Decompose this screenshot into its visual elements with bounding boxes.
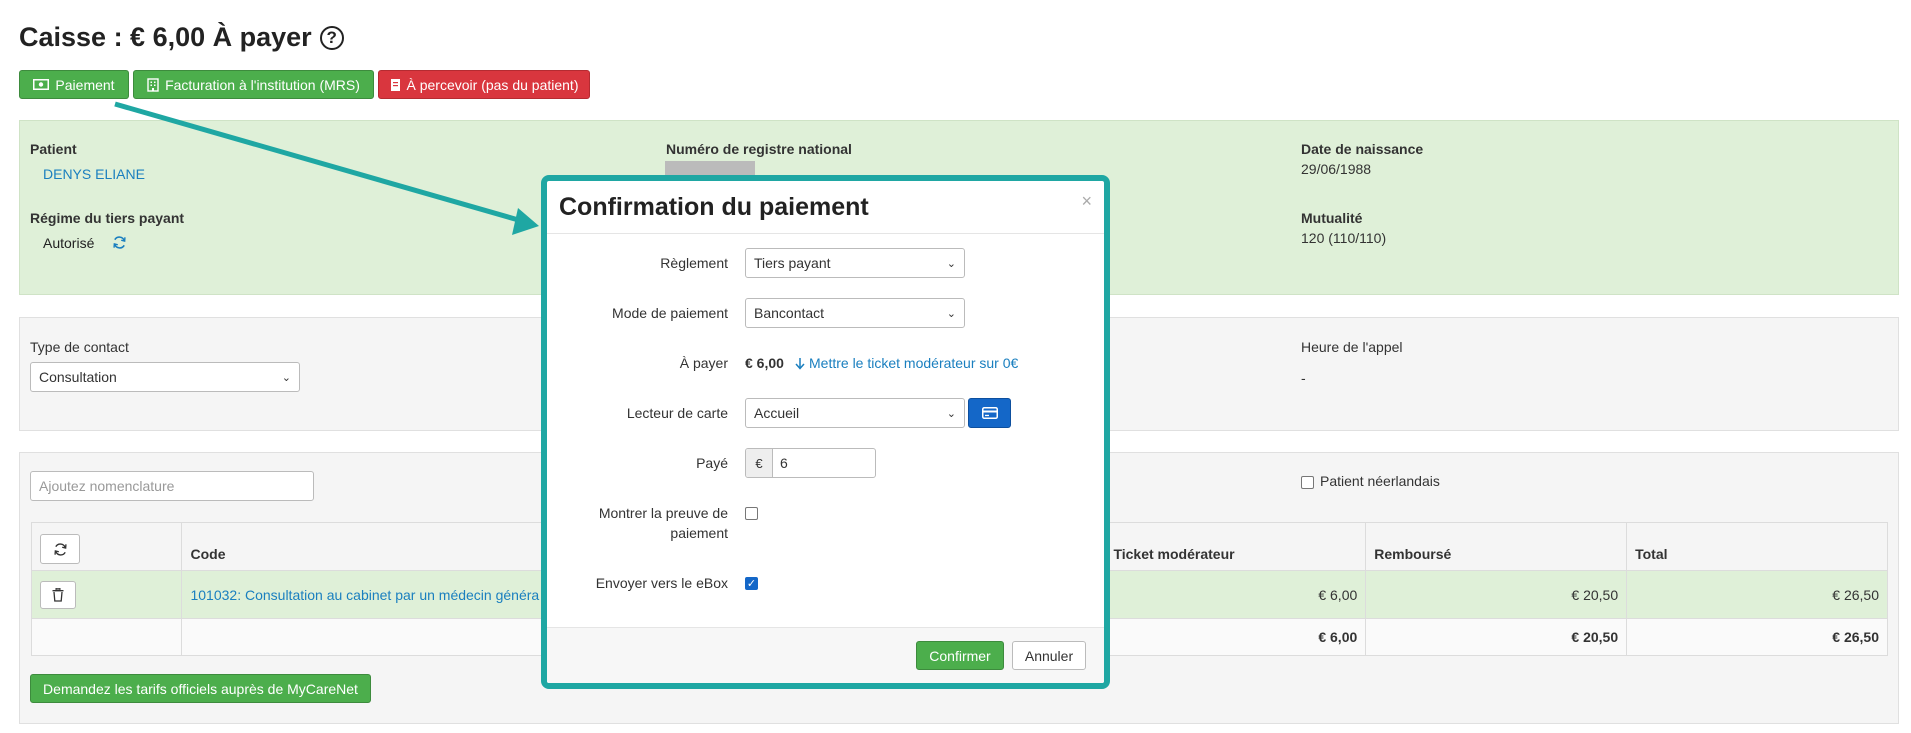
cancel-button-label: Annuler <box>1024 647 1074 664</box>
ticket-zero-link-label: Mettre le ticket modérateur sur 0€ <box>809 355 1019 371</box>
settlement-label: Règlement <box>660 255 728 271</box>
card-reader-value: Accueil <box>754 405 800 421</box>
chevron-down-icon: ⌄ <box>946 407 956 420</box>
ticket-zero-link[interactable]: Mettre le ticket modérateur sur 0€ <box>795 353 1018 373</box>
card-reader-label: Lecteur de carte <box>626 405 728 421</box>
confirm-button[interactable]: Confirmer <box>916 641 1004 670</box>
credit-card-icon <box>981 407 998 419</box>
modal-header-divider <box>547 233 1104 234</box>
payment-confirmation-modal: Confirmation du paiement × Règlement Tie… <box>541 175 1110 689</box>
close-icon[interactable]: × <box>1081 191 1092 212</box>
card-reader-select[interactable]: Accueil ⌄ <box>745 398 965 428</box>
ebox-label: Envoyer vers le eBox <box>595 575 728 591</box>
proof-label: Montrer la preuve de paiement <box>599 503 728 543</box>
to-pay-label: À payer <box>679 355 728 371</box>
modal-footer: Confirmer Annuler <box>547 627 1104 683</box>
currency-addon: € <box>746 449 773 477</box>
paid-input-group: € 6 <box>745 448 876 478</box>
ebox-checkbox[interactable]: ✓ <box>745 577 758 590</box>
settlement-value: Tiers payant <box>754 255 831 271</box>
proof-checkbox[interactable] <box>745 507 758 520</box>
card-read-button[interactable] <box>968 398 1011 428</box>
payment-mode-label: Mode de paiement <box>612 305 728 321</box>
modal-footer-divider <box>547 627 1104 628</box>
cancel-button[interactable]: Annuler <box>1012 641 1086 670</box>
chevron-down-icon: ⌄ <box>946 307 956 320</box>
proof-label-line2: paiement <box>670 525 728 541</box>
arrow-down-icon <box>795 357 805 370</box>
settlement-select[interactable]: Tiers payant ⌄ <box>745 248 965 278</box>
modal-title: Confirmation du paiement <box>559 193 869 221</box>
paid-label: Payé <box>696 455 728 471</box>
payment-mode-select[interactable]: Bancontact ⌄ <box>745 298 965 328</box>
proof-label-line1: Montrer la preuve de <box>598 505 728 521</box>
payment-mode-value: Bancontact <box>754 305 825 321</box>
chevron-down-icon: ⌄ <box>946 257 956 270</box>
paid-input[interactable]: 6 <box>773 449 875 477</box>
confirm-button-label: Confirmer <box>929 647 991 664</box>
to-pay-value: € 6,00 <box>745 355 784 371</box>
